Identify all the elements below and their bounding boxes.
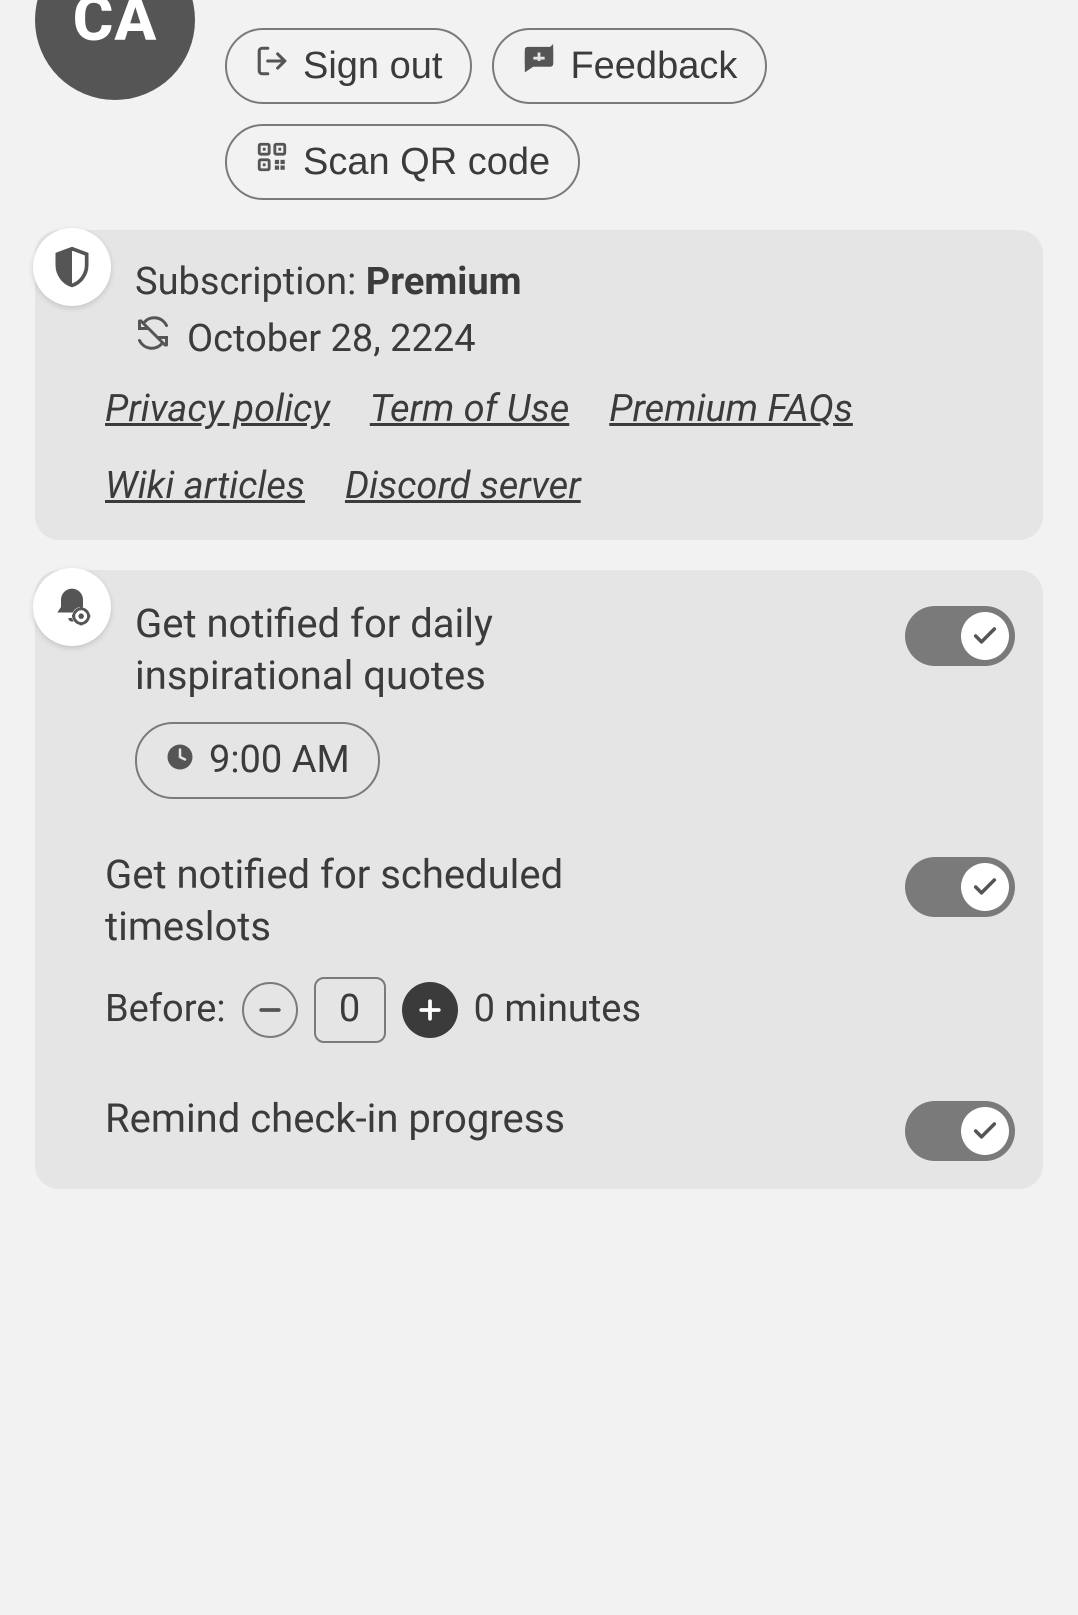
subscription-date: October 28, 2224 <box>187 315 476 364</box>
checkin-toggle[interactable] <box>905 1101 1015 1161</box>
timeslots-toggle[interactable] <box>905 857 1015 917</box>
quotes-notification-label: Get notified for daily inspirational quo… <box>135 598 715 702</box>
quotes-time-chip[interactable]: 9:00 AM <box>135 722 380 799</box>
before-label: Before: <box>105 985 226 1034</box>
scan-qr-button[interactable]: Scan QR code <box>225 124 580 200</box>
feedback-button[interactable]: Feedback <box>492 28 767 104</box>
checkin-notification-label: Remind check-in progress <box>105 1093 565 1145</box>
qr-icon <box>255 140 289 184</box>
subscription-label: Subscription: <box>135 260 366 304</box>
privacy-policy-link[interactable]: Privacy policy <box>105 385 330 434</box>
before-increment-button[interactable] <box>402 982 458 1038</box>
premium-faqs-link[interactable]: Premium FAQs <box>609 385 853 434</box>
before-decrement-button[interactable] <box>242 982 298 1038</box>
feedback-label: Feedback <box>570 45 737 88</box>
before-summary: 0 minutes <box>474 985 641 1034</box>
discord-server-link[interactable]: Discord server <box>345 462 581 511</box>
terms-of-use-link[interactable]: Term of Use <box>370 385 569 434</box>
scan-qr-label: Scan QR code <box>303 141 550 184</box>
avatar[interactable]: CA <box>35 0 195 100</box>
subscription-tier: Premium <box>366 260 522 304</box>
wiki-articles-link[interactable]: Wiki articles <box>105 462 305 511</box>
sign-out-label: Sign out <box>303 45 442 88</box>
clock-icon <box>165 736 195 785</box>
sync-off-icon <box>135 315 171 364</box>
timeslots-notification-label: Get notified for scheduled timeslots <box>105 849 685 953</box>
quotes-toggle[interactable] <box>905 606 1015 666</box>
shield-icon <box>33 228 111 306</box>
bell-settings-icon <box>33 568 111 646</box>
feedback-icon <box>522 44 556 88</box>
notifications-card: Get notified for daily inspirational quo… <box>35 570 1043 1189</box>
subscription-card: Subscription: Premium October 28, 2224 P… <box>35 230 1043 540</box>
before-value-input[interactable]: 0 <box>314 977 386 1043</box>
sign-out-icon <box>255 44 289 88</box>
quotes-time-value: 9:00 AM <box>209 736 350 785</box>
sign-out-button[interactable]: Sign out <box>225 28 472 104</box>
